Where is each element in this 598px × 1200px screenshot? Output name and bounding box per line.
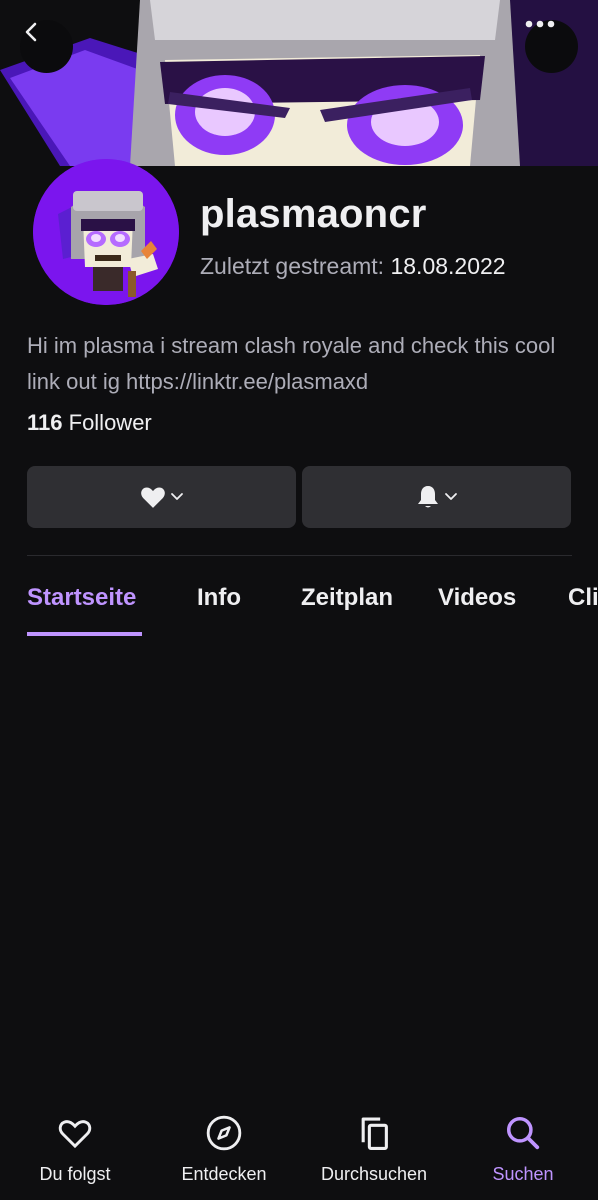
chevron-left-icon — [25, 22, 37, 42]
nav-suchen[interactable]: Suchen — [448, 1110, 598, 1200]
last-streamed-label: Zuletzt gestreamt: — [200, 253, 385, 279]
last-streamed-date: 18.08.2022 — [390, 253, 506, 279]
last-streamed-info: Zuletzt gestreamt: 18.08.2022 — [200, 253, 506, 280]
follower-count: 116 Follower — [27, 410, 152, 436]
tab-startseite[interactable]: Startseite — [27, 584, 136, 612]
nav-label: Entdecken — [181, 1164, 267, 1184]
heart-icon — [140, 487, 165, 508]
nav-label: Du folgst — [39, 1164, 111, 1184]
follower-count-label: Follower — [68, 410, 152, 435]
channel-avatar[interactable] — [33, 159, 179, 305]
chevron-down-icon — [444, 493, 457, 500]
tab-videos[interactable]: Videos — [438, 584, 516, 612]
channel-banner — [0, 0, 598, 166]
compass-icon — [206, 1115, 242, 1151]
copy-icon — [361, 1117, 388, 1151]
more-horizontal-icon — [525, 20, 555, 28]
channel-bio: Hi im plasma i stream clash royale and c… — [27, 333, 556, 394]
follow-button[interactable] — [27, 466, 296, 528]
tab-zeitplan[interactable]: Zeitplan — [301, 584, 393, 612]
tab-info[interactable]: Info — [197, 584, 241, 612]
tab-clips[interactable]: Cli — [568, 584, 598, 612]
avatar-image — [33, 159, 179, 305]
nav-durchsuchen[interactable]: Durchsuchen — [299, 1110, 449, 1200]
active-tab-indicator — [27, 632, 142, 636]
bell-icon — [417, 486, 438, 508]
nav-entdecken[interactable]: Entdecken — [149, 1110, 299, 1200]
notifications-button[interactable] — [302, 466, 571, 528]
follower-count-number: 116 — [27, 410, 63, 435]
channel-name: plasmaoncr — [200, 192, 427, 236]
nav-label: Durchsuchen — [320, 1164, 428, 1184]
channel-tabs: Startseite Info Zeitplan Videos Cli — [0, 584, 598, 640]
banner-image — [0, 0, 598, 166]
nav-du-folgst[interactable]: Du folgst — [0, 1110, 150, 1200]
chevron-down-icon — [170, 493, 183, 500]
search-icon — [507, 1117, 540, 1150]
bottom-navigation: Du folgst Entdecken Durchsuchen Suchen — [0, 1110, 598, 1200]
more-options-button[interactable] — [525, 20, 578, 73]
back-button[interactable] — [20, 20, 73, 73]
section-divider — [27, 555, 572, 556]
heart-icon — [58, 1120, 92, 1149]
nav-label: Suchen — [492, 1164, 554, 1184]
channel-page: plasmaoncr Zuletzt gestreamt: 18.08.2022… — [0, 0, 598, 1200]
